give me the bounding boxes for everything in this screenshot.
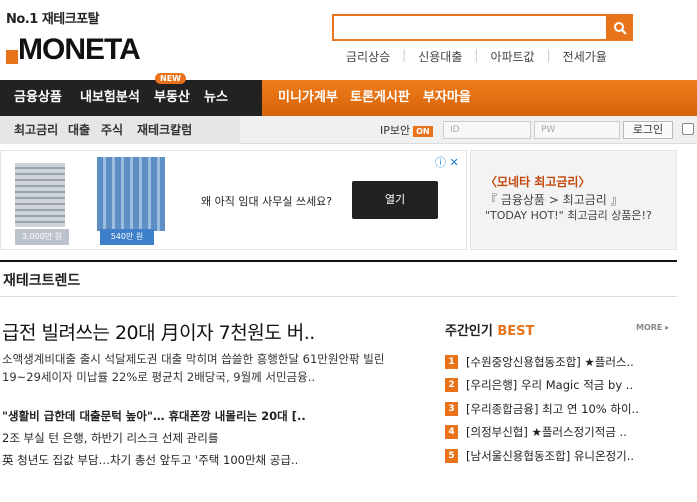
hot-keyword[interactable]: 금리상승: [342, 48, 394, 65]
logo-mark: [6, 50, 18, 64]
price-label: 540만 원: [100, 229, 154, 245]
promo-text: "TODAY HOT!" 최고금리 상품은!?: [485, 209, 652, 222]
rank-badge: 1: [445, 354, 458, 369]
ip-security-label: IP보안: [380, 124, 411, 137]
headline-link[interactable]: 급전 빌려쓰는 20대 月이자 7천원도 버..: [2, 318, 315, 345]
nav-discussion-board[interactable]: 토론게시판: [350, 80, 410, 116]
more-link[interactable]: MORE ▸: [636, 323, 669, 332]
best-item-text: [수원중앙신용협동조합] ★플러스..: [466, 354, 634, 369]
moneta-logo[interactable]: MONETA: [6, 33, 141, 67]
price-label: 3,000만 원: [15, 229, 69, 245]
logo-text: MONETA: [18, 33, 141, 66]
sub-nav-column[interactable]: 재테크칼럼: [137, 116, 192, 144]
nav-news[interactable]: 뉴스: [204, 80, 228, 116]
building-image: [15, 163, 65, 227]
divider: |: [402, 48, 407, 62]
news-link[interactable]: 英 청년도 집값 부담…차기 총선 앞두고 '주택 100만채 공급..: [2, 449, 412, 471]
divider: |: [546, 48, 551, 62]
best-item[interactable]: 2 [우리은행] 우리 Magic 적금 by ..: [445, 374, 685, 398]
sub-nav-loans[interactable]: 대출: [68, 116, 90, 144]
rank-badge: 3: [445, 401, 458, 416]
news-link[interactable]: 2조 부실 턴 은행, 하반기 리스크 선제 관리를: [2, 427, 412, 449]
hot-keyword[interactable]: 아파트값: [486, 48, 538, 65]
adchoices-icon[interactable]: ⓘ ✕: [435, 154, 459, 170]
best-item[interactable]: 5 [남서울신용협동조합] 유니온정기..: [445, 444, 685, 468]
best-title: 주간인기 BEST: [445, 320, 534, 339]
promo-title: 〈모네타 최고금리〉: [485, 175, 591, 189]
ad-text: 왜 아직 임대 사무실 쓰세요?: [201, 195, 333, 208]
nav-rich-village[interactable]: 부자마을: [423, 80, 471, 116]
best-item-text: [우리종합금융] 최고 연 10% 하이..: [466, 401, 639, 416]
on-badge: ON: [413, 125, 433, 137]
best-list: 1 [수원중앙신용협동조합] ★플러스.. 2 [우리은행] 우리 Magic 적금…: [445, 350, 685, 468]
slogan: No.1 재테크포탈: [6, 12, 100, 27]
hot-keywords: 금리상승 | 신용대출 | 아파트값 | 전세가율: [342, 48, 611, 65]
best-item-text: [우리은행] 우리 Magic 적금 by ..: [466, 378, 634, 393]
building-image: [97, 157, 165, 231]
best-title-prefix: 주간인기: [445, 324, 498, 339]
password-input[interactable]: PW: [534, 121, 620, 139]
ip-security-toggle[interactable]: IP보안 ON: [380, 122, 433, 138]
search-input[interactable]: [332, 14, 608, 41]
best-item[interactable]: 4 [의정부신협] ★플러스정기적금 ..: [445, 421, 685, 445]
news-link[interactable]: "생활비 급한데 대출문턱 높아"… 휴대폰깡 내몰리는 20대 [..: [2, 405, 412, 427]
best-item-text: [남서울신용협동조합] 유니온정기..: [466, 448, 635, 463]
divider: [0, 296, 677, 297]
divider: [0, 260, 677, 262]
nav-mini-ledger[interactable]: 미니가계부: [278, 80, 338, 116]
nav-financial-products[interactable]: 금융상품: [14, 80, 62, 116]
divider: |: [474, 48, 479, 62]
search-button[interactable]: [606, 14, 633, 41]
search-icon: [613, 21, 627, 35]
best-item-text: [의정부신협] ★플러스정기적금 ..: [466, 425, 627, 440]
top-rate-promo[interactable]: 〈모네타 최고금리〉 『 금융상품 > 최고금리 』 "TODAY HOT!" …: [470, 150, 677, 250]
rank-badge: 4: [445, 425, 458, 440]
sub-nav-stocks[interactable]: 주식: [101, 116, 123, 144]
sub-nav-top-rates[interactable]: 최고금리: [14, 116, 58, 144]
promo-path: 『 금융상품 > 최고금리 』: [485, 193, 623, 207]
ad-banner[interactable]: 3,000만 원 540만 원 왜 아직 임대 사무실 쓰세요? 열기 ⓘ ✕: [0, 150, 467, 250]
best-item[interactable]: 1 [수원중앙신용협동조합] ★플러스..: [445, 350, 685, 374]
rank-badge: 5: [445, 448, 458, 463]
keep-login-checkbox[interactable]: [682, 123, 694, 135]
hot-keyword[interactable]: 신용대출: [414, 48, 466, 65]
best-title-accent: BEST: [497, 324, 535, 339]
section-title: 재테크트렌드: [3, 273, 81, 289]
login-button[interactable]: 로그인: [623, 121, 673, 139]
news-list: "생활비 급한데 대출문턱 높아"… 휴대폰깡 내몰리는 20대 [.. 2조 …: [2, 405, 412, 471]
rank-badge: 2: [445, 378, 458, 393]
best-item[interactable]: 3 [우리종합금융] 최고 연 10% 하이..: [445, 397, 685, 421]
id-input[interactable]: ID: [443, 121, 531, 139]
nav-insurance-analysis[interactable]: 내보험분석: [80, 80, 140, 116]
new-badge: NEW: [155, 73, 186, 84]
headline-summary[interactable]: 소액생계비대출 출시 석달제도권 대출 막히며 씁쓸한 흥행한달 61만원안팎 …: [2, 350, 412, 386]
ad-open-button[interactable]: 열기: [352, 181, 438, 219]
nav-real-estate[interactable]: 부동산: [154, 80, 190, 116]
hot-keyword[interactable]: 전세가율: [559, 48, 611, 65]
logo-area: No.1 재테크포탈 MONETA: [6, 8, 141, 67]
